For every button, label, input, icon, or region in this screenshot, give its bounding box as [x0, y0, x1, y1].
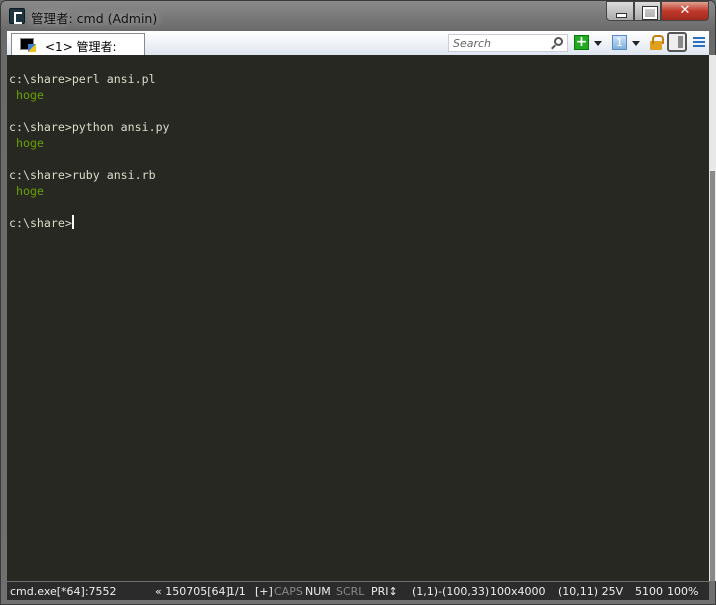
status-bar: cmd.exe[*64]:7552 « 150705[64] 1/1 [+] C…: [7, 582, 709, 600]
search-placeholder: Search: [453, 37, 492, 50]
text-cursor: [71, 215, 74, 229]
status-cursor[interactable]: (10,11) 25V: [558, 585, 623, 598]
status-console[interactable]: 1/1: [228, 585, 246, 598]
terminal-line: c:\share>python ansi.py: [9, 120, 170, 134]
terminal-line: c:\share>ruby ansi.rb: [9, 168, 156, 182]
conemu-app-icon[interactable]: [9, 8, 25, 24]
status-version[interactable]: « 150705[64]: [155, 585, 230, 598]
search-icon[interactable]: [554, 37, 563, 46]
scrollbar[interactable]: [709, 55, 716, 581]
tab-toolbar: <1> 管理者: cmd Search + 1: [7, 31, 709, 69]
search-input[interactable]: Search: [448, 34, 568, 52]
minimize-button[interactable]: [606, 1, 634, 21]
lock-icon[interactable]: [650, 35, 664, 50]
status-priority[interactable]: PRI↕: [371, 585, 398, 598]
status-process[interactable]: cmd.exe[*64]:7552: [10, 585, 117, 598]
prompt-line: c:\share>: [9, 215, 709, 231]
status-num[interactable]: NUM: [305, 585, 331, 598]
status-plus[interactable]: [+]: [255, 585, 273, 598]
close-icon: ✕: [679, 3, 691, 18]
terminal-line: c:\share>perl ansi.pl: [9, 72, 156, 86]
status-buffer[interactable]: 100x4000: [490, 585, 546, 598]
status-zoom[interactable]: 100%: [667, 585, 698, 598]
console-list-dropdown-icon[interactable]: [632, 41, 640, 46]
window: 管理者: cmd (Admin) ✕ <1> 管理者: cmd Search +…: [0, 0, 716, 605]
console-number-button[interactable]: 1: [612, 35, 627, 50]
title-bar[interactable]: 管理者: cmd (Admin) ✕: [1, 1, 715, 31]
terminal-line: hoge: [9, 88, 44, 102]
terminal-line: hoge: [9, 184, 44, 198]
status-scrl[interactable]: SCRL: [336, 585, 364, 598]
menu-icon[interactable]: [693, 37, 705, 47]
new-console-button[interactable]: +: [574, 35, 589, 50]
prompt: c:\share>: [9, 216, 72, 230]
new-console-dropdown-icon[interactable]: [594, 41, 602, 46]
tab-cmd[interactable]: <1> 管理者: cmd: [11, 33, 145, 69]
scrollbar-thumb[interactable]: [710, 171, 715, 581]
status-caps[interactable]: CAPS: [274, 585, 303, 598]
maximize-button[interactable]: [634, 1, 661, 21]
status-selection[interactable]: (1,1)-(100,33): [412, 585, 489, 598]
terminal-output[interactable]: c:\share>perl ansi.pl hoge c:\share>pyth…: [7, 55, 709, 581]
split-view-icon[interactable]: [667, 32, 687, 52]
terminal-line: hoge: [9, 136, 44, 150]
status-codepage[interactable]: 5100: [635, 585, 663, 598]
console-icon: [20, 38, 36, 52]
window-title: 管理者: cmd (Admin): [31, 11, 158, 26]
close-button[interactable]: ✕: [661, 1, 709, 21]
